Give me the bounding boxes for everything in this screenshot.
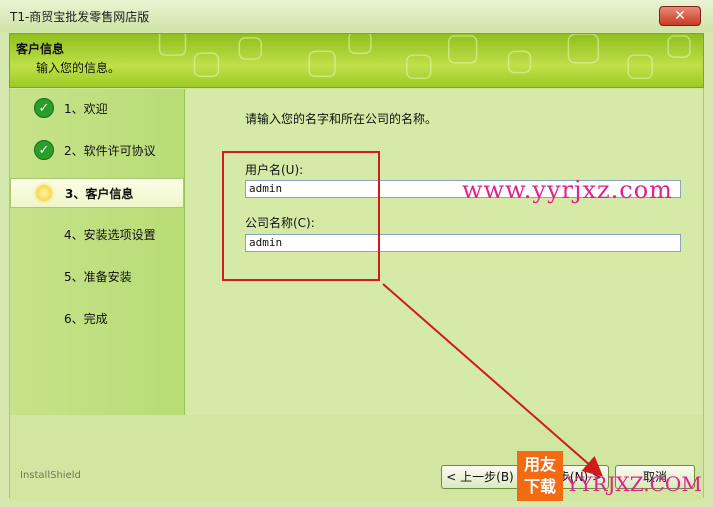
installer-window: T1-商贸宝批发零售网店版 ✕ 客户信息 输入您的信息。 ✓ 1、欢迎 ✓ 2、… bbox=[0, 0, 713, 507]
step-label: 3、客户信息 bbox=[65, 187, 134, 201]
header-subtitle: 输入您的信息。 bbox=[36, 61, 121, 75]
step-license: ✓ 2、软件许可协议 bbox=[10, 139, 184, 163]
step-install-options: 4、安装选项设置 bbox=[10, 223, 184, 247]
step-finish: 6、完成 bbox=[10, 307, 184, 331]
step-label: 5、准备安装 bbox=[64, 270, 132, 284]
header-title: 客户信息 bbox=[16, 42, 65, 56]
window-title: T1-商贸宝批发零售网店版 bbox=[10, 10, 150, 24]
installshield-brand: InstallShield bbox=[20, 470, 81, 481]
steps-sidebar: ✓ 1、欢迎 ✓ 2、软件许可协议 4、安装选项设置 5、准备安装 6、完成 bbox=[10, 89, 185, 415]
watermark-logo: 用友 下载 bbox=[517, 451, 563, 501]
watermark-logo-text: YYRJXZ.COM bbox=[566, 472, 702, 496]
title-bar: T1-商贸宝批发零售网店版 ✕ bbox=[0, 0, 713, 32]
step-welcome: ✓ 1、欢迎 bbox=[10, 97, 184, 121]
annotation-highlight-box bbox=[222, 151, 380, 281]
step-label: 2、软件许可协议 bbox=[64, 144, 156, 158]
logo-bottom-text: 下载 bbox=[523, 477, 556, 496]
header-banner: 客户信息 输入您的信息。 bbox=[9, 33, 704, 88]
step-ready: 5、准备安装 bbox=[10, 265, 184, 289]
check-circle-icon: ✓ bbox=[34, 98, 54, 118]
step-label: 1、欢迎 bbox=[64, 102, 108, 116]
step-label: 4、安装选项设置 bbox=[64, 228, 156, 242]
back-button[interactable]: < 上一步(B) bbox=[441, 465, 519, 489]
close-button[interactable]: ✕ bbox=[659, 6, 701, 26]
logo-top-text: 用友 bbox=[523, 455, 556, 474]
sun-icon bbox=[36, 185, 52, 201]
watermark-url: www.yyrjxz.com bbox=[462, 176, 673, 204]
close-icon: ✕ bbox=[674, 8, 686, 24]
step-customer-info: 3、客户信息 bbox=[10, 178, 184, 208]
check-circle-icon: ✓ bbox=[34, 140, 54, 160]
form-prompt: 请输入您的名字和所在公司的名称。 bbox=[245, 112, 438, 126]
step-label: 6、完成 bbox=[64, 312, 108, 326]
